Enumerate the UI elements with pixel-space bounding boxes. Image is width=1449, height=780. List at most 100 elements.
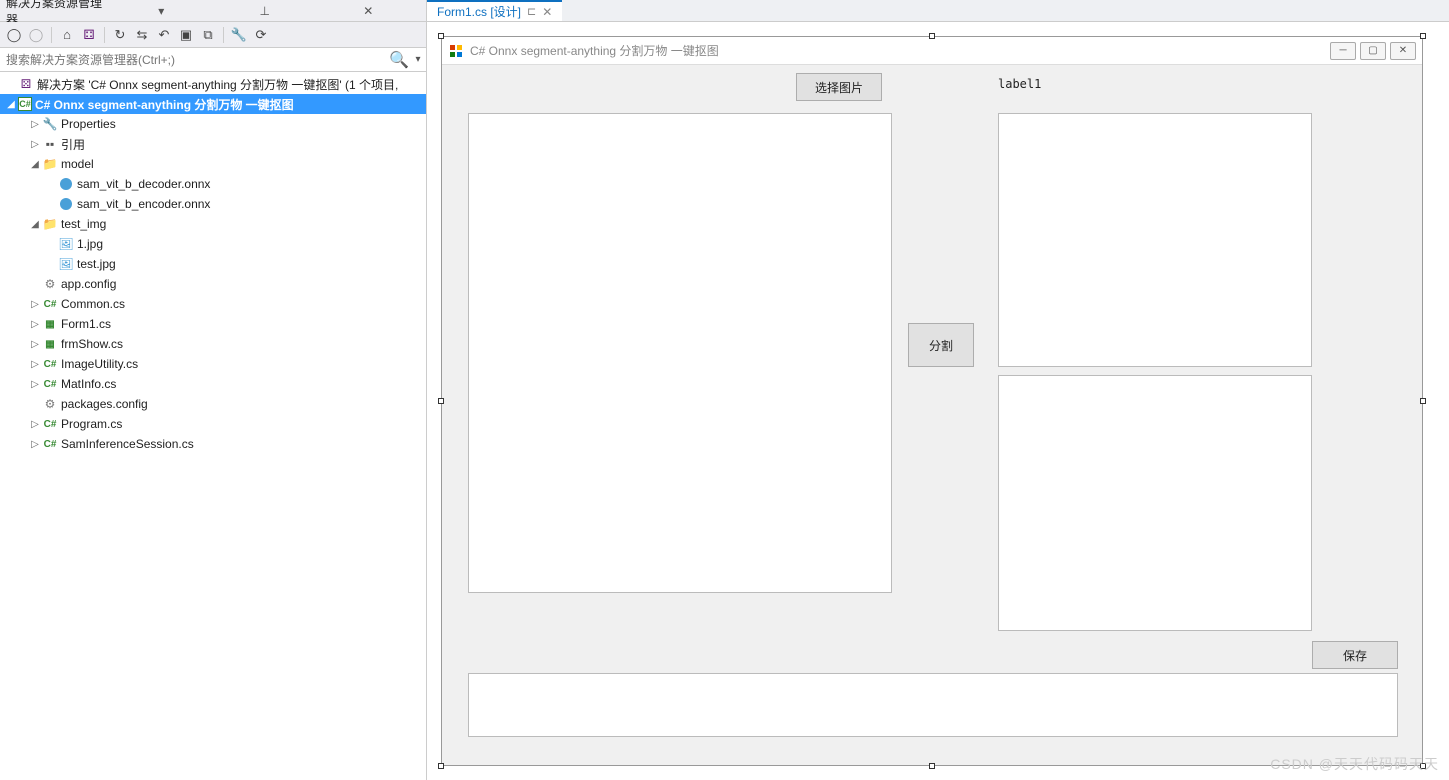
expander-icon[interactable]: ▷ <box>28 139 42 150</box>
search-input[interactable] <box>0 53 388 67</box>
maximize-button[interactable]: ▢ <box>1360 42 1386 60</box>
image-icon: 🖼 <box>58 236 74 252</box>
picturebox-result2[interactable] <box>998 375 1312 631</box>
document-tab-bar: Form1.cs [设计] ⊏ ✕ <box>427 0 1449 22</box>
close-icon[interactable]: ✕ <box>542 5 552 19</box>
forward-icon[interactable]: ◯ <box>26 25 46 45</box>
references-node[interactable]: ▷ ▪▪ 引用 <box>0 134 426 154</box>
solution-search: 🔍 ▾ <box>0 48 426 72</box>
pin-icon[interactable]: ⊏ <box>527 5 536 18</box>
node-label: 引用 <box>61 136 85 153</box>
solution-explorer-toolbar: ◯ ◯ ⌂ ⚃ ↻ ⇆ ↶ ▣ ⧉ 🔧 ⟳ <box>0 22 426 48</box>
file-form1-node[interactable]: ▷ ▦ Form1.cs <box>0 314 426 334</box>
copy-icon[interactable]: ⧉ <box>198 25 218 45</box>
select-image-button[interactable]: 选择图片 <box>796 73 882 101</box>
resize-handle[interactable] <box>438 33 444 39</box>
file-program-node[interactable]: ▷ C# Program.cs <box>0 414 426 434</box>
folder-model-node[interactable]: ◢ 📁 model <box>0 154 426 174</box>
close-button[interactable]: ✕ <box>1390 42 1416 60</box>
undo-icon[interactable]: ↶ <box>154 25 174 45</box>
preview-icon[interactable]: ⟳ <box>251 25 271 45</box>
solution-icon: ⚄ <box>18 76 34 92</box>
refresh-icon[interactable]: ↻ <box>110 25 130 45</box>
node-label: ImageUtility.cs <box>61 357 138 371</box>
sync-icon[interactable]: ⚃ <box>79 25 99 45</box>
textbox-log[interactable] <box>468 673 1398 737</box>
expander-icon[interactable]: ▷ <box>28 319 42 330</box>
segment-button[interactable]: 分割 <box>908 323 974 367</box>
tab-form1-design[interactable]: Form1.cs [设计] ⊏ ✕ <box>427 0 562 21</box>
expander-icon[interactable]: ◢ <box>4 99 18 110</box>
folder-icon: 📁 <box>42 156 58 172</box>
expander-icon[interactable]: ▷ <box>28 419 42 430</box>
minimize-button[interactable]: ─ <box>1330 42 1356 60</box>
expander-icon[interactable]: ▷ <box>28 359 42 370</box>
form-title: C# Onnx segment-anything 分割万物 一键抠图 <box>470 42 1326 59</box>
expander-icon[interactable]: ▷ <box>28 339 42 350</box>
file-appconfig-node[interactable]: ⚙ app.config <box>0 274 426 294</box>
expander-icon[interactable]: ◢ <box>28 159 42 170</box>
expander-icon[interactable]: ◢ <box>28 219 42 230</box>
references-icon: ▪▪ <box>42 136 58 152</box>
node-label: frmShow.cs <box>61 337 123 351</box>
pin-icon[interactable]: ⊥ <box>213 4 317 18</box>
search-dropdown-icon[interactable]: ▾ <box>410 54 426 65</box>
node-label: app.config <box>61 277 116 291</box>
file-frmshow-node[interactable]: ▷ ▦ frmShow.cs <box>0 334 426 354</box>
file-common-node[interactable]: ▷ C# Common.cs <box>0 294 426 314</box>
file-1jpg-node[interactable]: 🖼 1.jpg <box>0 234 426 254</box>
resize-handle[interactable] <box>1420 33 1426 39</box>
separator <box>104 27 105 43</box>
expander-icon[interactable]: ▷ <box>28 119 42 130</box>
csharp-icon: C# <box>42 436 58 452</box>
form-window[interactable]: C# Onnx segment-anything 分割万物 一键抠图 ─ ▢ ✕… <box>441 36 1423 766</box>
image-icon: 🖼 <box>58 256 74 272</box>
form-body: 选择图片 label1 分割 保存 <box>442 65 1422 765</box>
expander-icon[interactable]: ▷ <box>28 439 42 450</box>
search-icon[interactable]: 🔍 <box>388 50 410 70</box>
watermark-text: CSDN @天天代码码天天 <box>1270 754 1439 774</box>
file-packages-node[interactable]: ⚙ packages.config <box>0 394 426 414</box>
save-button[interactable]: 保存 <box>1312 641 1398 669</box>
onnx-icon <box>58 176 74 192</box>
csharp-icon: C# <box>42 376 58 392</box>
config-icon: ⚙ <box>42 276 58 292</box>
node-label: Program.cs <box>61 417 122 431</box>
separator <box>51 27 52 43</box>
project-node[interactable]: ◢ C# C# Onnx segment-anything 分割万物 一键抠图 <box>0 94 426 114</box>
node-label: SamInferenceSession.cs <box>61 437 194 451</box>
folder-testimg-node[interactable]: ◢ 📁 test_img <box>0 214 426 234</box>
button-label: 选择图片 <box>815 79 863 96</box>
csharp-icon: C# <box>42 356 58 372</box>
node-label: 1.jpg <box>77 237 103 251</box>
back-icon[interactable]: ◯ <box>4 25 24 45</box>
node-label: packages.config <box>61 397 148 411</box>
resize-handle[interactable] <box>929 33 935 39</box>
form-designer-surface[interactable]: C# Onnx segment-anything 分割万物 一键抠图 ─ ▢ ✕… <box>427 22 1449 780</box>
solution-node[interactable]: ⚄ 解决方案 'C# Onnx segment-anything 分割万物 一键… <box>0 74 426 94</box>
home-icon[interactable]: ⌂ <box>57 25 77 45</box>
csharp-project-icon: C# <box>18 97 32 111</box>
file-encoder-node[interactable]: sam_vit_b_encoder.onnx <box>0 194 426 214</box>
file-testjpg-node[interactable]: 🖼 test.jpg <box>0 254 426 274</box>
file-matinfo-node[interactable]: ▷ C# MatInfo.cs <box>0 374 426 394</box>
file-imageutil-node[interactable]: ▷ C# ImageUtility.cs <box>0 354 426 374</box>
picturebox-result1[interactable] <box>998 113 1312 367</box>
file-saminf-node[interactable]: ▷ C# SamInferenceSession.cs <box>0 434 426 454</box>
dropdown-icon[interactable]: ▾ <box>110 4 214 18</box>
editor-area: Form1.cs [设计] ⊏ ✕ C# Onn <box>427 0 1449 780</box>
label1[interactable]: label1 <box>998 77 1041 91</box>
properties-node[interactable]: ▷ 🔧 Properties <box>0 114 426 134</box>
expander-icon[interactable]: ▷ <box>28 379 42 390</box>
show-all-icon[interactable]: ▣ <box>176 25 196 45</box>
expander-icon[interactable]: ▷ <box>28 299 42 310</box>
picturebox-source[interactable] <box>468 113 892 593</box>
close-icon[interactable]: ✕ <box>317 4 421 18</box>
properties-icon[interactable]: 🔧 <box>229 25 249 45</box>
solution-tree: ⚄ 解决方案 'C# Onnx segment-anything 分割万物 一键… <box>0 72 426 780</box>
csharp-icon: C# <box>42 416 58 432</box>
file-decoder-node[interactable]: sam_vit_b_decoder.onnx <box>0 174 426 194</box>
csharp-icon: C# <box>42 296 58 312</box>
tab-label: Form1.cs [设计] <box>437 3 521 20</box>
collapse-icon[interactable]: ⇆ <box>132 25 152 45</box>
